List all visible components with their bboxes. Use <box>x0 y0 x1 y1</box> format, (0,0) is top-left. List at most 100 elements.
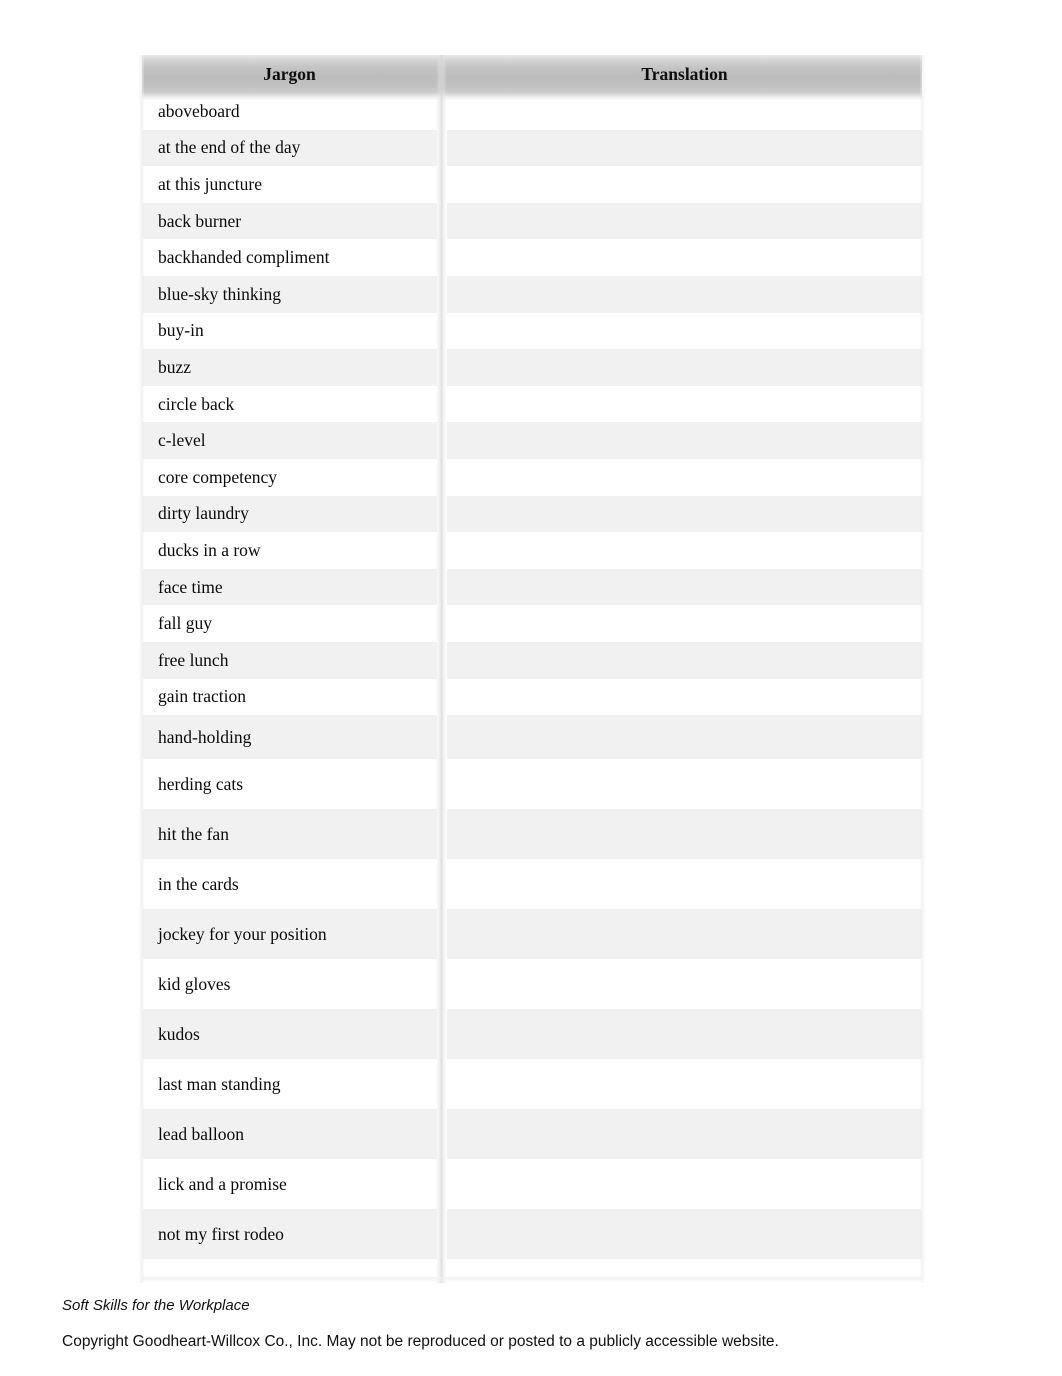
cell-jargon: blue-sky thinking <box>142 275 437 313</box>
table-row: buzz <box>142 349 922 386</box>
cell-translation[interactable] <box>447 129 922 167</box>
cell-gap <box>437 349 447 386</box>
cell-jargon: core competency <box>142 458 437 496</box>
cell-jargon: hit the fan <box>142 809 437 860</box>
cell-jargon: kid gloves <box>142 959 437 1010</box>
cell-gap <box>437 759 447 809</box>
cell-translation[interactable] <box>447 1009 922 1060</box>
cell-translation[interactable] <box>447 678 922 716</box>
cell-gap <box>437 605 447 642</box>
column-header-translation: Translation <box>447 55 922 93</box>
cell-translation[interactable] <box>447 275 922 313</box>
cell-jargon: free lunch <box>142 641 437 679</box>
cell-jargon: aboveboard <box>142 93 437 130</box>
cell-translation[interactable] <box>447 568 922 606</box>
cell-jargon: not my first rodeo <box>142 1209 437 1260</box>
table-row: circle back <box>142 385 922 423</box>
table-row: kid gloves <box>142 959 922 1010</box>
cell-jargon: in the cards <box>142 859 437 910</box>
cell-translation[interactable] <box>447 959 922 1010</box>
table-row: buy-in <box>142 312 922 350</box>
cell-translation[interactable] <box>447 166 922 203</box>
cell-jargon: lick and a promise <box>142 1159 437 1210</box>
cell-jargon: at the end of the day <box>142 129 437 167</box>
cell-gap <box>437 909 447 959</box>
cell-gap <box>437 203 447 240</box>
cell-translation[interactable] <box>447 1209 922 1260</box>
cell-translation[interactable] <box>447 532 922 569</box>
table-row: gain traction <box>142 678 922 716</box>
table-row: hit the fan <box>142 809 922 860</box>
cell-translation[interactable] <box>447 93 922 130</box>
cell-gap <box>437 715 447 759</box>
table-row: blue-sky thinking <box>142 275 922 313</box>
table-row: c-level <box>142 422 922 459</box>
table-row: ducks in a row <box>142 532 922 569</box>
cell-gap <box>437 1059 447 1109</box>
table-row: free lunch <box>142 641 922 679</box>
cell-translation[interactable] <box>447 422 922 459</box>
cell-gap <box>437 386 447 423</box>
cell-translation[interactable] <box>447 1159 922 1210</box>
cell-translation[interactable] <box>447 495 922 533</box>
cell-gap <box>437 422 447 459</box>
cell-gap <box>437 496 447 533</box>
cell-jargon: herding cats <box>142 759 437 810</box>
cell-jargon: ducks in a row <box>142 532 437 569</box>
cell-jargon: buzz <box>142 349 437 386</box>
cell-translation[interactable] <box>447 605 922 642</box>
cell-jargon: gain traction <box>142 678 437 716</box>
cell-gap <box>437 276 447 313</box>
cell-jargon: c-level <box>142 422 437 459</box>
cell-jargon: last man standing <box>142 1059 437 1110</box>
table-row: hand-holding <box>142 715 922 760</box>
cell-translation[interactable] <box>447 1059 922 1110</box>
column-header-gap <box>437 55 447 93</box>
cell-gap <box>437 569 447 606</box>
cell-translation[interactable] <box>447 909 922 960</box>
cell-jargon: back burner <box>142 202 437 240</box>
cell-gap <box>437 130 447 167</box>
table-row: face time <box>142 568 922 606</box>
table-row: backhanded compliment <box>142 239 922 276</box>
cell-translation[interactable] <box>447 349 922 386</box>
cell-translation[interactable] <box>447 809 922 860</box>
cell-translation[interactable] <box>447 641 922 679</box>
column-header-jargon: Jargon <box>142 55 437 93</box>
cell-jargon: lead balloon <box>142 1109 437 1160</box>
worksheet-page: Jargon Translation aboveboard at the end … <box>0 0 1062 1376</box>
cell-gap <box>437 166 447 203</box>
cell-gap <box>437 459 447 496</box>
table-row: not my first rodeo <box>142 1209 922 1260</box>
cell-jargon: jockey for your position <box>142 909 437 960</box>
table-row: lick and a promise <box>142 1159 922 1210</box>
table-row: last man standing <box>142 1059 922 1110</box>
cell-gap <box>437 239 447 276</box>
cell-translation[interactable] <box>447 202 922 240</box>
cell-translation[interactable] <box>447 239 922 276</box>
cell-translation[interactable] <box>447 458 922 496</box>
table-row: in the cards <box>142 859 922 910</box>
cell-jargon: buy-in <box>142 312 437 350</box>
table-row: aboveboard <box>142 93 922 130</box>
cell-jargon: at this juncture <box>142 166 437 203</box>
cell-translation[interactable] <box>447 715 922 760</box>
table-row: jockey for your position <box>142 909 922 960</box>
footer-book-title: Soft Skills for the Workplace <box>62 1297 250 1314</box>
table-row: at this juncture <box>142 166 922 203</box>
cell-translation[interactable] <box>447 312 922 350</box>
cell-jargon: circle back <box>142 385 437 423</box>
cell-gap <box>437 93 447 130</box>
footer-copyright: Copyright Goodheart-Willcox Co., Inc. Ma… <box>62 1332 779 1350</box>
cell-jargon: face time <box>142 568 437 606</box>
table-row: kudos <box>142 1009 922 1060</box>
table-row: at the end of the day <box>142 129 922 167</box>
cell-translation[interactable] <box>447 1109 922 1160</box>
cell-translation[interactable] <box>447 385 922 423</box>
cell-jargon: hand-holding <box>142 715 437 760</box>
cell-translation[interactable] <box>447 759 922 810</box>
cell-jargon: kudos <box>142 1009 437 1060</box>
jargon-translation-table: Jargon Translation aboveboard at the end … <box>142 55 922 1260</box>
cell-translation[interactable] <box>447 859 922 910</box>
table-bottom-edge <box>142 1277 922 1283</box>
